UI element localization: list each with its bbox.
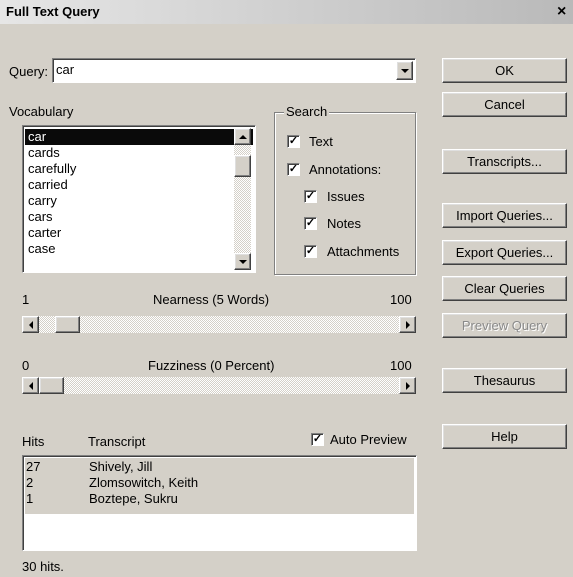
transcripts-button-label: Transcripts... xyxy=(467,154,542,169)
attachments-checkbox-label: Attachments xyxy=(327,244,400,259)
nearness-right-button[interactable] xyxy=(399,316,416,333)
search-group-label: Search xyxy=(284,104,330,119)
nearness-left-button[interactable] xyxy=(22,316,39,333)
arrow-down-icon xyxy=(238,259,247,264)
text-checkbox-label: Text xyxy=(309,134,333,149)
preview-query-button-label: Preview Query xyxy=(461,318,548,333)
fuzziness-min-label: 0 xyxy=(22,358,30,373)
nearness-max-label: 100 xyxy=(390,292,412,307)
nearness-slider[interactable] xyxy=(22,316,416,333)
ok-button-label: OK xyxy=(495,63,514,78)
nearness-min-label: 1 xyxy=(22,292,30,307)
fuzziness-slider[interactable] xyxy=(22,377,416,394)
vocabulary-item[interactable]: car xyxy=(25,129,253,145)
result-transcript[interactable]: Zlomsowitch, Keith xyxy=(89,475,198,491)
full-text-query-dialog: Full Text Query × Query: car Vocabulary … xyxy=(0,0,573,577)
check-icon: ✓ xyxy=(305,190,316,202)
results-list[interactable]: 27 Shively, Jill 2 Zlomsowitch, Keith 1 … xyxy=(22,455,417,551)
issues-checkbox[interactable]: ✓ xyxy=(304,190,317,203)
vocabulary-item[interactable]: carter xyxy=(25,225,253,241)
arrow-left-icon xyxy=(28,381,33,390)
help-button[interactable]: Help xyxy=(442,424,567,449)
clear-queries-button-label: Clear Queries xyxy=(464,281,545,296)
check-icon: ✓ xyxy=(312,433,323,445)
cancel-button[interactable]: Cancel xyxy=(442,92,567,117)
result-hits[interactable]: 2 xyxy=(26,475,33,491)
fuzziness-left-button[interactable] xyxy=(22,377,39,394)
thesaurus-button[interactable]: Thesaurus xyxy=(442,368,567,393)
check-icon: ✓ xyxy=(288,163,299,175)
preview-query-button[interactable]: Preview Query xyxy=(442,313,567,338)
arrow-right-icon xyxy=(405,320,410,329)
auto-preview-checkbox[interactable]: ✓ xyxy=(311,433,324,446)
result-transcript[interactable]: Shively, Jill xyxy=(89,459,152,475)
annotations-checkbox[interactable]: ✓ xyxy=(287,163,300,176)
arrow-right-icon xyxy=(405,381,410,390)
import-queries-button[interactable]: Import Queries... xyxy=(442,203,567,228)
result-hits[interactable]: 27 xyxy=(26,459,40,475)
nearness-slider-thumb[interactable] xyxy=(55,316,80,333)
fuzziness-max-label: 100 xyxy=(390,358,412,373)
cancel-button-label: Cancel xyxy=(484,97,525,112)
transcript-column-header: Transcript xyxy=(88,434,146,449)
import-queries-button-label: Import Queries... xyxy=(456,208,553,223)
transcripts-button[interactable]: Transcripts... xyxy=(442,149,567,174)
nearness-label: Nearness (5 Words) xyxy=(153,292,270,307)
result-transcript[interactable]: Boztepe, Sukru xyxy=(89,491,178,507)
vocabulary-scroll-thumb[interactable] xyxy=(234,155,251,177)
auto-preview-label: Auto Preview xyxy=(330,432,407,447)
vocabulary-item[interactable]: carefully xyxy=(25,161,253,177)
vocabulary-item[interactable]: cars xyxy=(25,209,253,225)
ok-button[interactable]: OK xyxy=(442,58,567,83)
status-text: 30 hits. xyxy=(22,559,64,574)
attachments-checkbox[interactable]: ✓ xyxy=(304,245,317,258)
fuzziness-right-button[interactable] xyxy=(399,377,416,394)
query-input[interactable]: car xyxy=(56,62,74,77)
scroll-down-button[interactable] xyxy=(234,253,251,270)
text-checkbox[interactable]: ✓ xyxy=(287,135,300,148)
fuzziness-slider-thumb[interactable] xyxy=(39,377,64,394)
vocabulary-label: Vocabulary xyxy=(9,104,74,119)
title-bar[interactable]: Full Text Query × xyxy=(0,0,573,24)
notes-checkbox-label: Notes xyxy=(327,216,361,231)
arrow-left-icon xyxy=(28,320,33,329)
export-queries-button[interactable]: Export Queries... xyxy=(442,240,567,265)
chevron-down-icon xyxy=(400,68,409,73)
vocabulary-item[interactable]: carried xyxy=(25,177,253,193)
check-icon: ✓ xyxy=(305,217,316,229)
vocabulary-item[interactable]: cards xyxy=(25,145,253,161)
fuzziness-label: Fuzziness (0 Percent) xyxy=(148,358,275,373)
issues-checkbox-label: Issues xyxy=(327,189,365,204)
vocabulary-item[interactable]: carry xyxy=(25,193,253,209)
export-queries-button-label: Export Queries... xyxy=(455,245,554,260)
annotations-checkbox-label: Annotations: xyxy=(309,162,382,177)
query-combobox[interactable]: car xyxy=(52,58,416,83)
vocabulary-scrollbar[interactable] xyxy=(234,128,251,270)
vocabulary-item[interactable]: case xyxy=(25,241,253,257)
help-button-label: Help xyxy=(491,429,518,444)
dialog-title: Full Text Query xyxy=(6,4,100,19)
scroll-up-button[interactable] xyxy=(234,128,251,145)
query-label: Query: xyxy=(9,64,49,79)
close-icon[interactable]: × xyxy=(557,3,566,21)
result-hits[interactable]: 1 xyxy=(26,491,33,507)
check-icon: ✓ xyxy=(288,135,299,147)
hits-column-header: Hits xyxy=(22,434,45,449)
check-icon: ✓ xyxy=(305,245,316,257)
results-rows-area xyxy=(25,458,414,514)
notes-checkbox[interactable]: ✓ xyxy=(304,217,317,230)
thesaurus-button-label: Thesaurus xyxy=(473,373,536,388)
clear-queries-button[interactable]: Clear Queries xyxy=(442,276,567,301)
query-dropdown-button[interactable] xyxy=(396,61,413,80)
vocabulary-list[interactable]: car cards carefully carried carry cars c… xyxy=(22,125,256,273)
arrow-up-icon xyxy=(238,134,247,139)
